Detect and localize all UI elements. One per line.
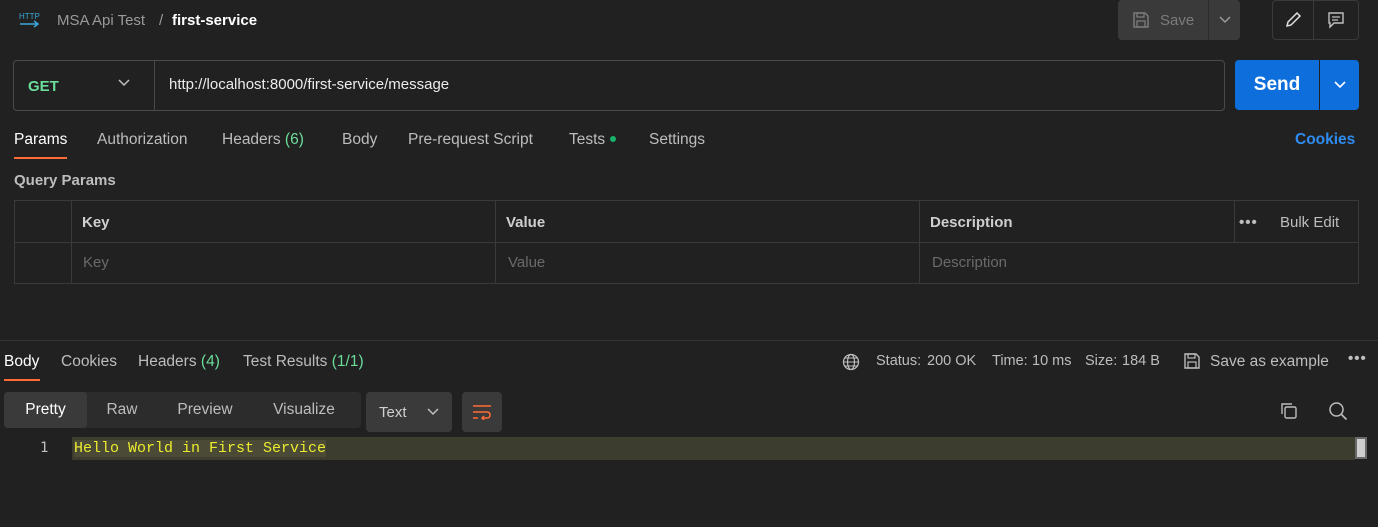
globe-icon[interactable] [842,353,860,371]
status-value[interactable]: 200 OK [927,353,976,369]
query-params-table: Key Value Description ••• Bulk Edit Key … [14,200,1359,284]
svg-text:HTTP: HTTP [19,12,40,21]
column-header-key: Key [82,214,110,231]
tab-headers-label: Headers [222,131,281,148]
response-tab-headers-label: Headers [138,353,197,370]
url-input[interactable] [169,76,1209,93]
http-request-icon: HTTP [18,9,42,31]
tab-authorization[interactable]: Authorization [97,131,187,149]
scrollbar[interactable] [1355,437,1367,459]
test-results-count: (1/1) [331,353,364,370]
wrap-lines-button[interactable] [462,392,502,432]
active-tab-indicator [4,379,40,381]
format-select-value: Text [379,403,407,421]
response-tab-test-results[interactable]: Test Results (1/1) [243,353,364,371]
pencil-icon [1284,11,1302,29]
format-select[interactable]: Text [366,392,452,432]
tests-indicator-dot [610,135,617,142]
request-name[interactable]: first-service [172,12,257,29]
bulk-edit-button[interactable]: Bulk Edit [1280,214,1339,231]
save-button[interactable]: Save [1118,0,1208,40]
tab-body[interactable]: Body [342,131,377,149]
time-value[interactable]: 10 ms [1032,353,1072,369]
response-body-text[interactable]: Hello World in First Service [74,440,327,457]
save-label: Save [1160,11,1195,29]
send-button[interactable]: Send [1235,60,1319,110]
chevron-down-icon [1218,16,1231,24]
save-icon [1183,352,1201,370]
tab-tests[interactable]: Tests [569,131,617,149]
copy-icon[interactable] [1279,401,1299,421]
breadcrumb-collection[interactable]: MSA Api Test [57,12,145,29]
status-label: Status: [876,353,922,369]
column-divider [1234,201,1235,242]
tab-tests-label: Tests [569,131,606,148]
tab-pre-request-script[interactable]: Pre-request Script [408,131,533,149]
line-number: 1 [40,440,49,456]
response-tab-headers[interactable]: Headers (4) [138,353,220,371]
more-options-icon[interactable]: ••• [1348,350,1367,367]
active-tab-indicator [14,157,67,159]
size-label: Size: [1085,353,1118,369]
search-icon[interactable] [1328,401,1348,421]
chevron-down-icon [1333,81,1346,89]
row-divider [15,242,1358,243]
size-value[interactable]: 184 B [1122,353,1160,369]
url-bar: GET [13,60,1225,111]
comments-button[interactable] [1314,0,1359,40]
comment-icon [1327,11,1345,29]
tab-params[interactable]: Params [14,131,67,149]
save-icon [1132,11,1150,29]
save-options-button[interactable] [1209,0,1240,40]
param-value-input[interactable]: Value [508,254,545,271]
tab-headers[interactable]: Headers (6) [222,131,304,149]
column-header-value: Value [506,214,546,231]
param-description-input[interactable]: Description [932,254,1007,271]
view-pretty-button[interactable]: Pretty [4,392,87,428]
view-raw-button[interactable]: Raw [87,392,157,428]
view-mode-group: Pretty Raw Preview Visualize [4,392,361,428]
time-label: Time: [992,353,1028,369]
response-tab-cookies[interactable]: Cookies [61,353,117,371]
tab-settings[interactable]: Settings [649,131,705,149]
save-button-group: Save [1118,0,1240,40]
test-results-label: Test Results [243,353,328,370]
divider [154,61,155,110]
edit-button[interactable] [1272,0,1314,40]
wrap-lines-icon [472,404,492,420]
chevron-down-icon [426,408,439,416]
cookies-link[interactable]: Cookies [1295,131,1355,149]
breadcrumb-separator: / [159,12,164,29]
send-options-button[interactable] [1320,60,1359,110]
column-header-description: Description [930,214,1013,231]
response-tab-body[interactable]: Body [4,353,39,371]
view-preview-button[interactable]: Preview [157,392,253,428]
chevron-down-icon[interactable] [118,79,130,87]
pane-divider[interactable] [0,340,1378,341]
view-visualize-button[interactable]: Visualize [253,392,355,428]
save-as-example-button[interactable]: Save as example [1210,353,1329,371]
headers-count: (6) [284,131,304,148]
query-params-title: Query Params [14,172,116,189]
method-select[interactable]: GET [28,78,59,95]
response-headers-count: (4) [200,353,220,370]
more-options-icon[interactable]: ••• [1239,214,1258,231]
param-key-input[interactable]: Key [83,254,109,271]
